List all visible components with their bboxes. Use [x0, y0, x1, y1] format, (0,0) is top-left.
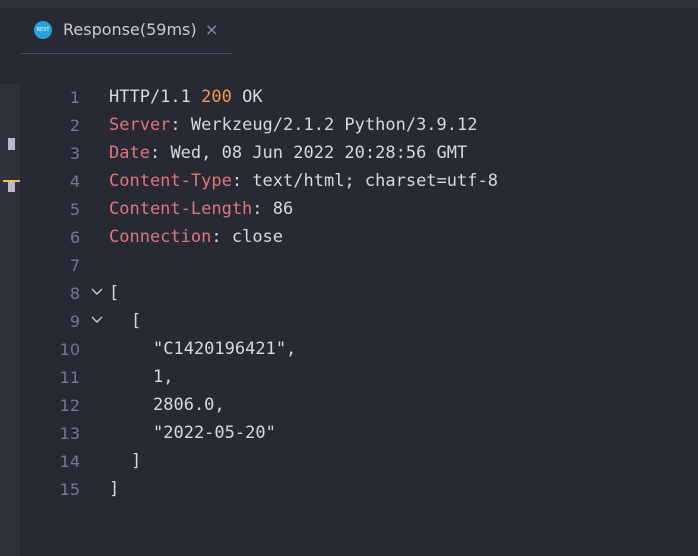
line-number: 1 [69, 88, 80, 107]
editor-gutter-strip [0, 84, 20, 556]
json-value: "C1420196421", [153, 339, 297, 359]
json-value: 2806.0, [153, 395, 225, 415]
header-value: 86 [272, 199, 294, 219]
json-value: "2022-05-20" [153, 423, 276, 443]
header-line: Date: Wed, 08 Jun 2022 20:28:56 GMT [109, 143, 468, 163]
gutter-marker [8, 138, 15, 150]
code-line: 2 Server: Werkzeug/2.1.2 Python/3.9.12 [20, 112, 680, 140]
fold-chevron-down-icon[interactable] [90, 312, 104, 326]
line-number: 7 [69, 256, 80, 275]
window-top-bar [0, 0, 698, 9]
header-line: Server: Werkzeug/2.1.2 Python/3.9.12 [109, 115, 478, 135]
header-line: Content-Length: 86 [109, 199, 294, 219]
code-line: 12 2806.0, [20, 392, 680, 420]
status-line: HTTP/1.1 200 OK [109, 87, 263, 107]
line-number: 8 [69, 284, 80, 303]
code-line: 14 ] [20, 448, 680, 476]
header-value: Wed, 08 Jun 2022 20:28:56 GMT [170, 143, 468, 163]
line-number: 12 [59, 396, 80, 415]
status-text: OK [242, 87, 263, 107]
tab-response[interactable]: REST Response(59ms) × [21, 12, 232, 54]
line-number: 11 [59, 368, 80, 387]
line-number: 4 [69, 172, 80, 191]
response-editor[interactable]: 1 HTTP/1.1 200 OK 2 Server: Werkzeug/2.1… [20, 84, 698, 514]
code-line: 13 "2022-05-20" [20, 420, 680, 448]
gutter-change-indicator [3, 180, 20, 182]
code-line: 9 [ [20, 308, 680, 336]
header-line: Connection: close [109, 227, 284, 247]
code-line: 3 Date: Wed, 08 Jun 2022 20:28:56 GMT [20, 140, 680, 168]
line-number: 13 [59, 424, 80, 443]
line-number: 9 [69, 312, 80, 331]
tab-title: Response(59ms) [63, 20, 197, 39]
header-value: Werkzeug/2.1.2 Python/3.9.12 [190, 115, 478, 135]
status-code: 200 [201, 87, 232, 107]
code-line: 15 ] [20, 476, 680, 504]
code-line: 6 Connection: close [20, 224, 680, 252]
code-line: 4 Content-Type: text/html; charset=utf-8 [20, 168, 680, 196]
http-version: HTTP/1.1 [109, 87, 191, 107]
header-name: Content-Length [109, 199, 253, 219]
json-bracket: [ [109, 283, 120, 303]
json-bracket: [ [131, 311, 142, 331]
code-line: 11 1, [20, 364, 680, 392]
json-value: 1, [153, 367, 174, 387]
code-line: 7 [20, 252, 680, 280]
code-line: 1 HTTP/1.1 200 OK [20, 84, 680, 112]
code-line: 10 "C1420196421", [20, 336, 680, 364]
line-number: 6 [69, 228, 80, 247]
code-line: 5 Content-Length: 86 [20, 196, 680, 224]
rest-client-icon: REST [34, 21, 52, 39]
header-name: Connection [109, 227, 212, 247]
json-bracket: ] [109, 479, 120, 499]
line-number: 10 [59, 340, 80, 359]
close-icon[interactable]: × [205, 20, 218, 39]
line-number: 2 [69, 116, 80, 135]
line-number: 3 [69, 144, 80, 163]
header-line: Content-Type: text/html; charset=utf-8 [109, 171, 498, 191]
header-value: text/html; charset=utf-8 [252, 171, 498, 191]
line-number: 5 [69, 200, 80, 219]
line-number: 15 [59, 480, 80, 499]
header-value: close [231, 227, 284, 247]
json-bracket: ] [131, 451, 142, 471]
fold-chevron-down-icon[interactable] [90, 284, 104, 298]
header-name: Server [109, 115, 171, 135]
header-name: Date [109, 143, 150, 163]
code-line: 8 [ [20, 280, 680, 308]
line-number: 14 [59, 452, 80, 471]
header-name: Content-Type [109, 171, 232, 191]
